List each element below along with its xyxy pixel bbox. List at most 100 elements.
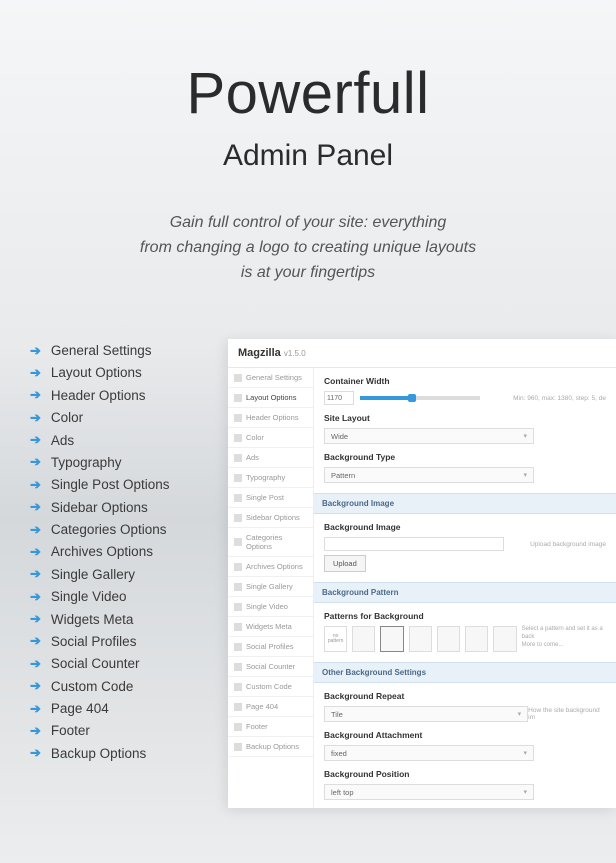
feature-label: Page 404	[51, 701, 109, 716]
menu-icon	[234, 703, 242, 711]
sidebar-item-label: Color	[246, 433, 264, 442]
sidebar-item[interactable]: General Settings	[228, 368, 313, 388]
feature-label: Single Post Options	[51, 477, 170, 492]
feature-item: ➔Social Profiles	[30, 630, 210, 652]
label-container-width: Container Width	[324, 376, 606, 386]
sidebar-item-label: Single Gallery	[246, 582, 293, 591]
section-bg-pattern: Background Pattern	[314, 582, 616, 603]
feature-item: ➔ Sidebar Options	[30, 496, 210, 518]
sidebar-item[interactable]: Categories Options	[228, 528, 313, 557]
menu-icon	[234, 723, 242, 731]
sidebar-item[interactable]: Footer	[228, 717, 313, 737]
sidebar-item[interactable]: Custom Code	[228, 677, 313, 697]
arrow-right-icon: ➔	[30, 611, 41, 627]
page-title-main: Powerfull	[0, 60, 616, 127]
pattern-swatch[interactable]	[437, 626, 460, 652]
sidebar-item[interactable]: Social Counter	[228, 657, 313, 677]
pattern-swatch[interactable]	[409, 626, 432, 652]
feature-item: ➔ Single Post Options	[30, 474, 210, 496]
arrow-right-icon: ➔	[30, 723, 41, 739]
label-bg-attach: Background Attachment	[324, 730, 606, 740]
sidebar-item[interactable]: Widgets Meta	[228, 617, 313, 637]
feature-label: Header Options	[51, 388, 146, 403]
feature-item: ➔Custom Code	[30, 675, 210, 697]
label-bg-image: Background Image	[324, 522, 606, 532]
sidebar-item[interactable]: Single Post	[228, 488, 313, 508]
feature-item: ➔ Categories Options	[30, 518, 210, 540]
page-title-sub: Admin Panel	[0, 139, 616, 173]
pattern-swatch[interactable]	[493, 626, 516, 652]
menu-icon	[234, 643, 242, 651]
sidebar-item-label: General Settings	[246, 373, 302, 382]
sidebar-item[interactable]: Single Video	[228, 597, 313, 617]
feature-label: Sidebar Options	[51, 500, 148, 515]
bg-image-input[interactable]	[324, 537, 504, 551]
sidebar-item-label: Footer	[246, 722, 268, 731]
arrow-right-icon: ➔	[30, 432, 41, 448]
menu-icon	[234, 623, 242, 631]
bg-type-select[interactable]: Pattern ▾	[324, 467, 534, 483]
arrow-right-icon: ➔	[30, 544, 41, 560]
bg-repeat-helper: How the site background im	[528, 707, 606, 721]
menu-icon	[234, 743, 242, 751]
menu-icon	[234, 474, 242, 482]
arrow-right-icon: ➔	[30, 499, 41, 515]
feature-label: Widgets Meta	[51, 612, 134, 627]
container-width-slider[interactable]	[360, 396, 480, 400]
sidebar-item[interactable]: Typography	[228, 468, 313, 488]
feature-label: Single Gallery	[51, 567, 135, 582]
sidebar-item-label: Backup Options	[246, 742, 299, 751]
feature-label: Custom Code	[51, 679, 134, 694]
upload-button[interactable]: Upload	[324, 555, 366, 572]
feature-label: Categories Options	[51, 522, 167, 537]
sidebar-item[interactable]: Archives Options	[228, 557, 313, 577]
sidebar-item[interactable]: Page 404	[228, 697, 313, 717]
arrow-right-icon: ➔	[30, 522, 41, 538]
feature-item: ➔Ads	[30, 429, 210, 451]
pattern-none[interactable]: no pattern	[324, 626, 347, 652]
bg-pos-select[interactable]: left top ▾	[324, 784, 534, 800]
bg-attach-select[interactable]: fixed ▾	[324, 745, 534, 761]
panel-header: Magzilla v1.5.0	[228, 339, 616, 368]
sidebar-item-label: Ads	[246, 453, 259, 462]
feature-item: ➔Header Options	[30, 384, 210, 406]
pattern-swatch[interactable]	[465, 626, 488, 652]
sidebar-item[interactable]: Backup Options	[228, 737, 313, 757]
sidebar-item[interactable]: Single Gallery	[228, 577, 313, 597]
bg-repeat-select[interactable]: Tile ▾	[324, 706, 528, 722]
panel-brand: Magzilla	[238, 347, 281, 359]
feature-label: Backup Options	[51, 746, 146, 761]
feature-label: Social Counter	[51, 656, 140, 671]
sidebar-item-label: Layout Options	[246, 393, 296, 402]
panel-main: Container Width 1170 Min: 960, max: 1380…	[314, 368, 616, 808]
menu-icon	[234, 374, 242, 382]
sidebar-item[interactable]: Header Options	[228, 408, 313, 428]
sidebar-item[interactable]: Ads	[228, 448, 313, 468]
pattern-swatch[interactable]	[352, 626, 375, 652]
sidebar-item[interactable]: Layout Options	[228, 388, 313, 408]
page-description: Gain full control of your site: everythi…	[0, 211, 616, 285]
site-layout-select[interactable]: Wide ▾	[324, 428, 534, 444]
sidebar-item[interactable]: Sidebar Options	[228, 508, 313, 528]
arrow-right-icon: ➔	[30, 633, 41, 649]
sidebar-item-label: Archives Options	[246, 562, 303, 571]
admin-panel: Magzilla v1.5.0 General Settings Layout O…	[228, 339, 616, 808]
feature-item: ➔ General Settings	[30, 339, 210, 361]
feature-item: ➔ Widgets Meta	[30, 608, 210, 630]
menu-icon	[234, 663, 242, 671]
menu-icon	[234, 563, 242, 571]
sidebar-item-label: Single Post	[246, 493, 284, 502]
container-width-input[interactable]: 1170	[324, 391, 354, 405]
arrow-right-icon: ➔	[30, 343, 41, 359]
bg-image-helper: Upload background image	[530, 541, 606, 548]
pattern-swatch[interactable]	[380, 626, 403, 652]
arrow-right-icon: ➔	[30, 477, 41, 493]
feature-label: General Settings	[51, 343, 152, 358]
chevron-down-icon: ▾	[518, 710, 522, 718]
arrow-right-icon: ➔	[30, 365, 41, 381]
arrow-right-icon: ➔	[30, 589, 41, 605]
sidebar-item[interactable]: Social Profiles	[228, 637, 313, 657]
arrow-right-icon: ➔	[30, 701, 41, 717]
feature-item: ➔Typography	[30, 451, 210, 473]
sidebar-item[interactable]: Color	[228, 428, 313, 448]
